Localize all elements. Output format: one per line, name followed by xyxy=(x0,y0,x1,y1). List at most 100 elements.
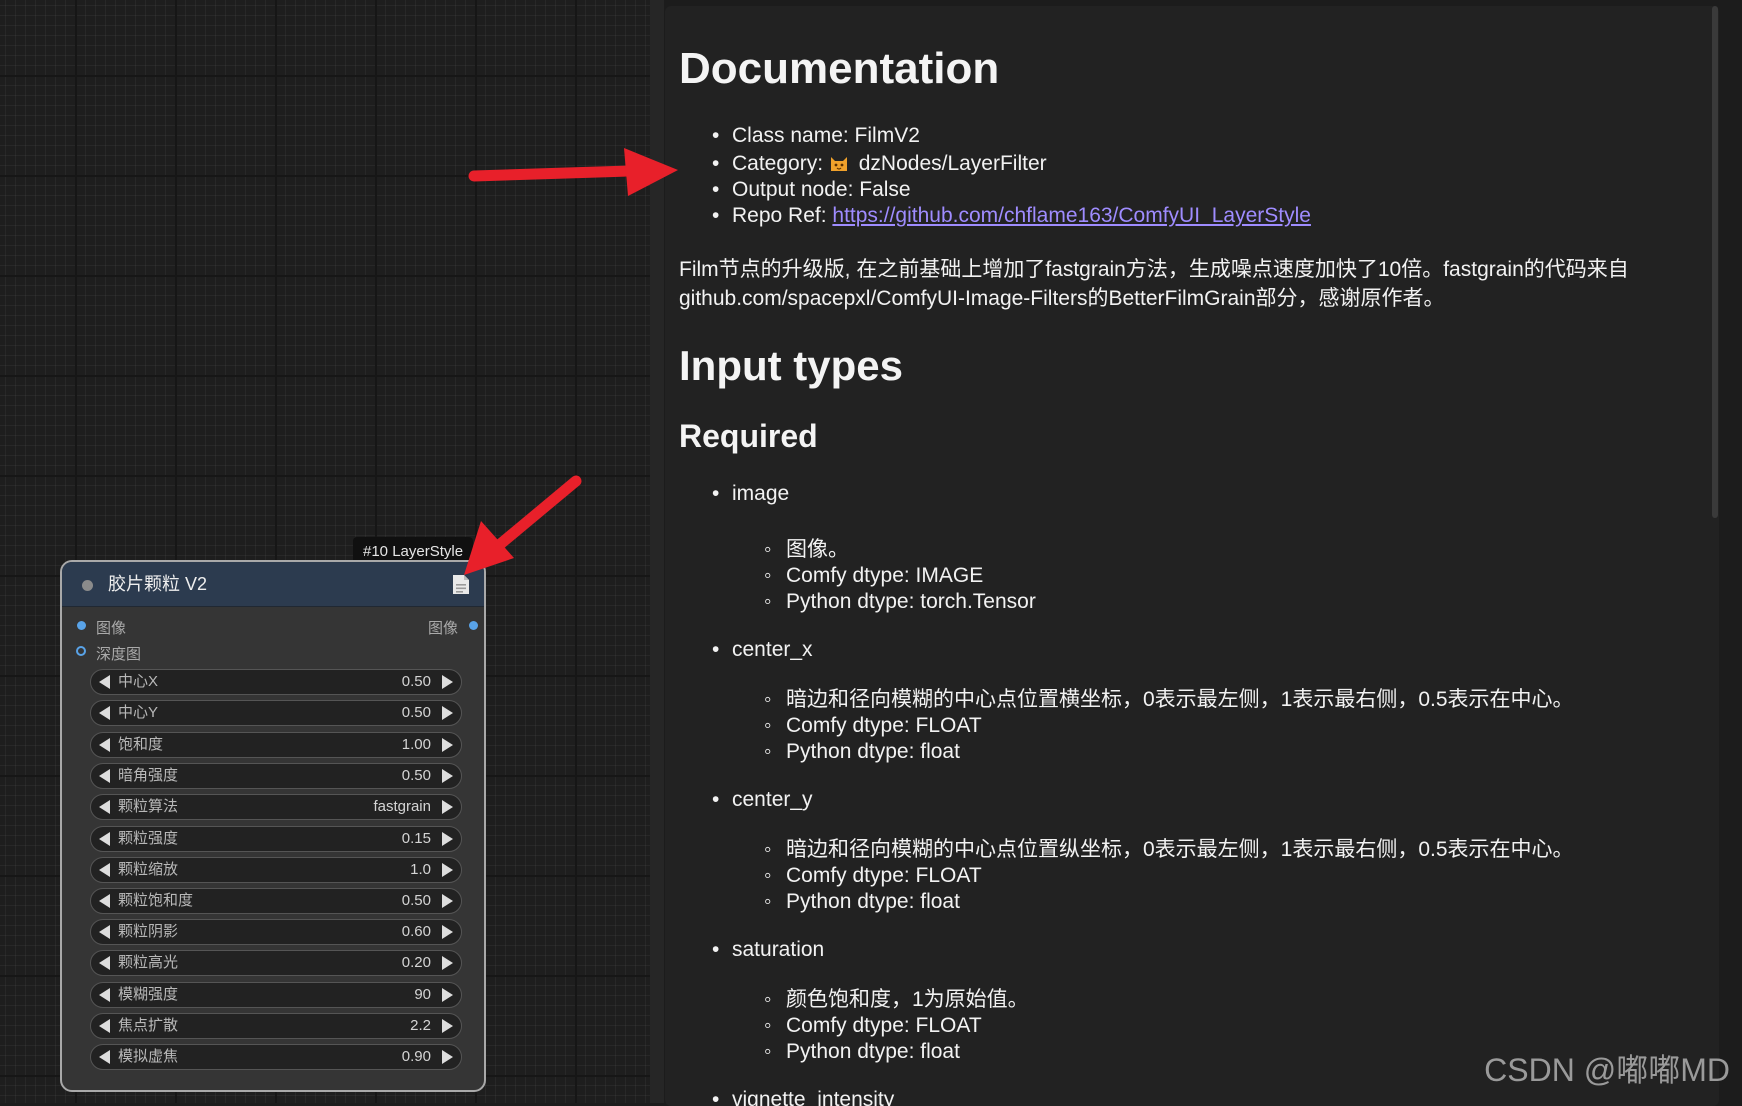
widget-label: 颗粒强度 xyxy=(118,827,178,851)
widget-label: 颗粒算法 xyxy=(118,795,178,819)
cat-face-icon xyxy=(829,153,849,173)
decrement-arrow-icon[interactable] xyxy=(99,894,110,908)
input-label-image: 图像 xyxy=(96,617,126,638)
widget-label: 焦点扩散 xyxy=(118,1014,178,1038)
input-slot-depth[interactable] xyxy=(76,646,86,656)
widget-value[interactable]: 2.2 xyxy=(410,1014,431,1038)
doc-description-line-2: github.com/spacepxl/ComfyUI-Image-Filter… xyxy=(679,284,1689,313)
increment-arrow-icon[interactable] xyxy=(442,738,453,752)
widget-focal-depth[interactable]: 模拟虚焦 0.90 xyxy=(90,1044,462,1070)
widget-label: 颗粒高光 xyxy=(118,951,178,975)
input-name-center-x: center_x xyxy=(732,637,813,663)
meta-category-prefix: Category: xyxy=(732,152,829,175)
widget-value[interactable]: 0.60 xyxy=(402,920,431,944)
widget-grain-saturation[interactable]: 颗粒饱和度 0.50 xyxy=(90,888,462,914)
input-desc-saturation: 颜色饱和度，1为原始值。 xyxy=(786,987,1029,1013)
increment-arrow-icon[interactable] xyxy=(442,706,453,720)
widget-label: 颗粒阴影 xyxy=(118,920,178,944)
widget-label: 中心Y xyxy=(118,701,158,725)
panel-divider xyxy=(650,0,664,1103)
increment-arrow-icon[interactable] xyxy=(442,800,453,814)
widget-value[interactable]: fastgrain xyxy=(373,795,431,819)
input-python-saturation: Python dtype: float xyxy=(786,1039,960,1065)
widget-value[interactable]: 90 xyxy=(414,983,431,1007)
decrement-arrow-icon[interactable] xyxy=(99,1050,110,1064)
input-python-image: Python dtype: torch.Tensor xyxy=(786,589,1036,615)
increment-arrow-icon[interactable] xyxy=(442,832,453,846)
doc-title: Documentation xyxy=(679,44,999,94)
node-collapse-dot[interactable] xyxy=(82,580,93,591)
decrement-arrow-icon[interactable] xyxy=(99,706,110,720)
increment-arrow-icon[interactable] xyxy=(442,675,453,689)
widget-label: 暗角强度 xyxy=(118,764,178,788)
widget-value[interactable]: 0.15 xyxy=(402,827,431,851)
decrement-arrow-icon[interactable] xyxy=(99,675,110,689)
widget-center-y[interactable]: 中心Y 0.50 xyxy=(90,700,462,726)
output-slot-image[interactable] xyxy=(469,621,478,630)
decrement-arrow-icon[interactable] xyxy=(99,738,110,752)
widget-value[interactable]: 0.50 xyxy=(402,889,431,913)
widget-value[interactable]: 0.50 xyxy=(402,764,431,788)
widget-grain-scale[interactable]: 颗粒缩放 1.0 xyxy=(90,857,462,883)
document-icon[interactable] xyxy=(452,574,470,600)
widget-vignette-intensity[interactable]: 暗角强度 0.50 xyxy=(90,763,462,789)
film-grain-node[interactable]: 胶片颗粒 V2 图像 图像 深度图 中心X 0.50 中心Y 0.50 饱和度 … xyxy=(60,560,486,1092)
widget-value[interactable]: 0.20 xyxy=(402,951,431,975)
decrement-arrow-icon[interactable] xyxy=(99,800,110,814)
input-python-center-x: Python dtype: float xyxy=(786,739,960,765)
decrement-arrow-icon[interactable] xyxy=(99,956,110,970)
increment-arrow-icon[interactable] xyxy=(442,769,453,783)
required-heading: Required xyxy=(679,418,818,455)
increment-arrow-icon[interactable] xyxy=(442,988,453,1002)
increment-arrow-icon[interactable] xyxy=(442,1050,453,1064)
input-comfy-image: Comfy dtype: IMAGE xyxy=(786,563,983,589)
widget-label: 颗粒缩放 xyxy=(118,858,178,882)
input-slot-image[interactable] xyxy=(77,621,86,630)
widget-grain-power[interactable]: 颗粒强度 0.15 xyxy=(90,826,462,852)
widget-focus-spread[interactable]: 焦点扩散 2.2 xyxy=(90,1013,462,1039)
widget-value[interactable]: 0.50 xyxy=(402,701,431,725)
input-types-heading: Input types xyxy=(679,342,903,390)
decrement-arrow-icon[interactable] xyxy=(99,863,110,877)
decrement-arrow-icon[interactable] xyxy=(99,1019,110,1033)
widget-grain-shadows[interactable]: 颗粒阴影 0.60 xyxy=(90,919,462,945)
meta-output-node: Output node: False xyxy=(732,177,911,203)
increment-arrow-icon[interactable] xyxy=(442,863,453,877)
output-label-image: 图像 xyxy=(428,617,458,638)
widget-saturation[interactable]: 饱和度 1.00 xyxy=(90,732,462,758)
widget-label: 中心X xyxy=(118,670,158,694)
repo-link[interactable]: https://github.com/chflame163/ComfyUI_La… xyxy=(832,204,1311,227)
input-name-image: image xyxy=(732,481,789,507)
meta-category-value: dzNodes/LayerFilter xyxy=(859,152,1047,175)
increment-arrow-icon[interactable] xyxy=(442,925,453,939)
input-comfy-center-x: Comfy dtype: FLOAT xyxy=(786,713,982,739)
input-label-depth: 深度图 xyxy=(96,643,141,664)
widget-center-x[interactable]: 中心X 0.50 xyxy=(90,669,462,695)
widget-label: 模糊强度 xyxy=(118,983,178,1007)
widget-grain-method[interactable]: 颗粒算法 fastgrain xyxy=(90,794,462,820)
input-python-center-y: Python dtype: float xyxy=(786,889,960,915)
widget-value[interactable]: 1.0 xyxy=(410,858,431,882)
widget-label: 饱和度 xyxy=(118,733,163,757)
widget-value[interactable]: 0.50 xyxy=(402,670,431,694)
input-name-vignette-intensity: vignette_intensity xyxy=(732,1087,894,1106)
input-desc-center-x: 暗边和径向模糊的中心点位置横坐标，0表示最左侧，1表示最右侧，0.5表示在中心。 xyxy=(786,687,1574,713)
widget-value[interactable]: 1.00 xyxy=(402,733,431,757)
increment-arrow-icon[interactable] xyxy=(442,894,453,908)
documentation-panel[interactable]: Documentation Class name: FilmV2 Categor… xyxy=(665,6,1719,1106)
decrement-arrow-icon[interactable] xyxy=(99,988,110,1002)
node-title-bar[interactable]: 胶片颗粒 V2 xyxy=(62,562,484,607)
decrement-arrow-icon[interactable] xyxy=(99,925,110,939)
increment-arrow-icon[interactable] xyxy=(442,1019,453,1033)
meta-repo: Repo Ref: https://github.com/chflame163/… xyxy=(732,203,1311,229)
widget-value[interactable]: 0.90 xyxy=(402,1045,431,1069)
decrement-arrow-icon[interactable] xyxy=(99,832,110,846)
meta-category: Category: dzNodes/LayerFilter xyxy=(732,151,1047,177)
docs-scrollbar[interactable] xyxy=(1712,6,1718,518)
input-name-saturation: saturation xyxy=(732,937,824,963)
node-title: 胶片颗粒 V2 xyxy=(108,562,207,606)
widget-blur-strength[interactable]: 模糊强度 90 xyxy=(90,982,462,1008)
widget-grain-highs[interactable]: 颗粒高光 0.20 xyxy=(90,950,462,976)
increment-arrow-icon[interactable] xyxy=(442,956,453,970)
decrement-arrow-icon[interactable] xyxy=(99,769,110,783)
